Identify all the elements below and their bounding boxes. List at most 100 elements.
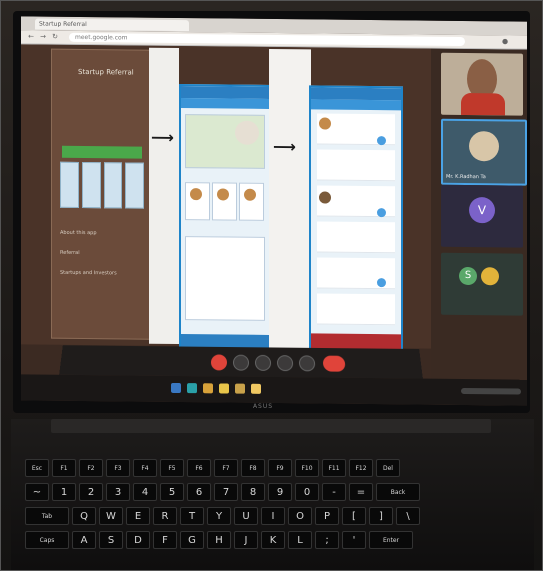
key[interactable]: G bbox=[180, 531, 204, 549]
key[interactable]: I bbox=[261, 507, 285, 525]
participant-photo bbox=[469, 131, 499, 162]
key[interactable]: ; bbox=[315, 531, 339, 549]
key[interactable]: F1 bbox=[52, 459, 76, 477]
participant-tile[interactable] bbox=[441, 52, 523, 116]
key[interactable]: F8 bbox=[241, 459, 265, 477]
key[interactable]: D bbox=[126, 531, 150, 549]
key[interactable]: [ bbox=[342, 507, 366, 525]
key[interactable]: T bbox=[180, 507, 204, 525]
chat-item bbox=[317, 149, 395, 182]
caps-key[interactable]: Caps bbox=[25, 531, 69, 549]
key[interactable]: 6 bbox=[187, 483, 211, 501]
participant-tile[interactable]: V bbox=[441, 184, 523, 248]
participant-name: Mr. K.Radhan Ta bbox=[446, 173, 486, 181]
key[interactable]: F3 bbox=[106, 459, 130, 477]
key[interactable]: R bbox=[153, 507, 177, 525]
key[interactable]: K bbox=[261, 531, 285, 549]
camera-icon[interactable] bbox=[232, 354, 250, 371]
key[interactable]: 8 bbox=[241, 483, 265, 501]
key[interactable]: F2 bbox=[79, 459, 103, 477]
chat-item bbox=[317, 293, 395, 326]
key[interactable]: U bbox=[234, 507, 258, 525]
key[interactable]: F10 bbox=[295, 459, 319, 477]
forward-icon[interactable]: → bbox=[39, 33, 47, 41]
more-icon[interactable] bbox=[298, 355, 316, 372]
key[interactable]: O bbox=[288, 507, 312, 525]
tab-key[interactable]: Tab bbox=[25, 507, 69, 525]
participant-tile[interactable]: S bbox=[441, 252, 523, 316]
slide-divider bbox=[269, 48, 311, 350]
app-icon[interactable] bbox=[187, 383, 197, 394]
start-icon[interactable] bbox=[171, 382, 181, 394]
key[interactable]: ] bbox=[369, 507, 393, 525]
key[interactable]: L bbox=[288, 531, 312, 549]
key[interactable]: Q bbox=[72, 507, 96, 525]
url-input[interactable]: meet.google.com bbox=[69, 32, 465, 47]
key[interactable]: W bbox=[99, 507, 123, 525]
key[interactable]: F9 bbox=[268, 459, 292, 477]
key[interactable]: P bbox=[315, 507, 339, 525]
browser-tab[interactable]: Startup Referral bbox=[35, 18, 189, 32]
reload-icon[interactable]: ↻ bbox=[51, 33, 59, 41]
app-icon[interactable] bbox=[235, 383, 245, 394]
key[interactable]: H bbox=[207, 531, 231, 549]
photo-frame: Startup Referral ← → ↻ meet.google.com ●… bbox=[0, 0, 543, 571]
key[interactable]: F bbox=[153, 531, 177, 549]
arrow-right-icon: ⟶ bbox=[151, 127, 174, 147]
key[interactable]: 0 bbox=[295, 483, 319, 501]
key[interactable]: ~ bbox=[25, 483, 49, 501]
key[interactable]: F12 bbox=[349, 459, 373, 477]
key[interactable]: Esc bbox=[25, 459, 49, 477]
key[interactable]: 5 bbox=[160, 483, 184, 501]
key[interactable]: Y bbox=[207, 507, 231, 525]
key[interactable]: J bbox=[234, 531, 258, 549]
key[interactable]: 3 bbox=[106, 483, 130, 501]
captions-icon[interactable] bbox=[254, 354, 272, 371]
key[interactable]: 1 bbox=[52, 483, 76, 501]
chat-item bbox=[317, 221, 395, 254]
participants-panel: Mr. K.Radhan Ta V S bbox=[431, 48, 527, 406]
system-tray bbox=[461, 387, 521, 395]
mic-icon[interactable] bbox=[210, 354, 228, 371]
participant-tile-active[interactable]: Mr. K.Radhan Ta bbox=[441, 118, 527, 186]
slide-text-line: About this app bbox=[60, 229, 97, 237]
key[interactable]: = bbox=[349, 483, 373, 501]
participant-initial: S bbox=[459, 266, 477, 286]
end-call-icon[interactable] bbox=[322, 355, 346, 372]
key[interactable]: A bbox=[72, 531, 96, 549]
key[interactable]: 2 bbox=[79, 483, 103, 501]
avatar bbox=[190, 188, 202, 201]
slide-text-line: Referral bbox=[60, 249, 80, 256]
key[interactable]: - bbox=[322, 483, 346, 501]
backspace-key[interactable]: Back bbox=[376, 483, 420, 501]
key[interactable]: \ bbox=[396, 507, 420, 525]
key[interactable]: ' bbox=[342, 531, 366, 549]
taskbar bbox=[21, 374, 527, 406]
key[interactable]: 4 bbox=[133, 483, 157, 501]
keyboard-row: Caps A S D F G H J K L ; ' Enter bbox=[25, 531, 413, 549]
key[interactable]: F6 bbox=[187, 459, 211, 477]
back-icon[interactable]: ← bbox=[27, 32, 35, 40]
key[interactable]: Del bbox=[376, 459, 400, 477]
key[interactable]: 9 bbox=[268, 483, 292, 501]
slide-title: Startup Referral bbox=[78, 67, 134, 77]
key[interactable]: F4 bbox=[133, 459, 157, 477]
food-image bbox=[235, 120, 259, 145]
key[interactable]: F7 bbox=[214, 459, 238, 477]
phone-screen-feed bbox=[179, 84, 271, 351]
badge-icon bbox=[377, 278, 386, 288]
key[interactable]: F5 bbox=[160, 459, 184, 477]
key[interactable]: E bbox=[126, 507, 150, 525]
app-search bbox=[181, 98, 269, 109]
folder-icon[interactable] bbox=[203, 383, 213, 394]
present-icon[interactable] bbox=[276, 355, 294, 372]
laptop-hinge bbox=[51, 419, 491, 433]
key[interactable]: F11 bbox=[322, 459, 346, 477]
green-banner bbox=[62, 145, 142, 159]
profile-icon[interactable]: ● bbox=[501, 37, 509, 45]
enter-key[interactable]: Enter bbox=[369, 531, 413, 549]
key[interactable]: 7 bbox=[214, 483, 238, 501]
key[interactable]: S bbox=[99, 531, 123, 549]
app-icon[interactable] bbox=[219, 383, 229, 394]
app-icon[interactable] bbox=[251, 383, 261, 394]
